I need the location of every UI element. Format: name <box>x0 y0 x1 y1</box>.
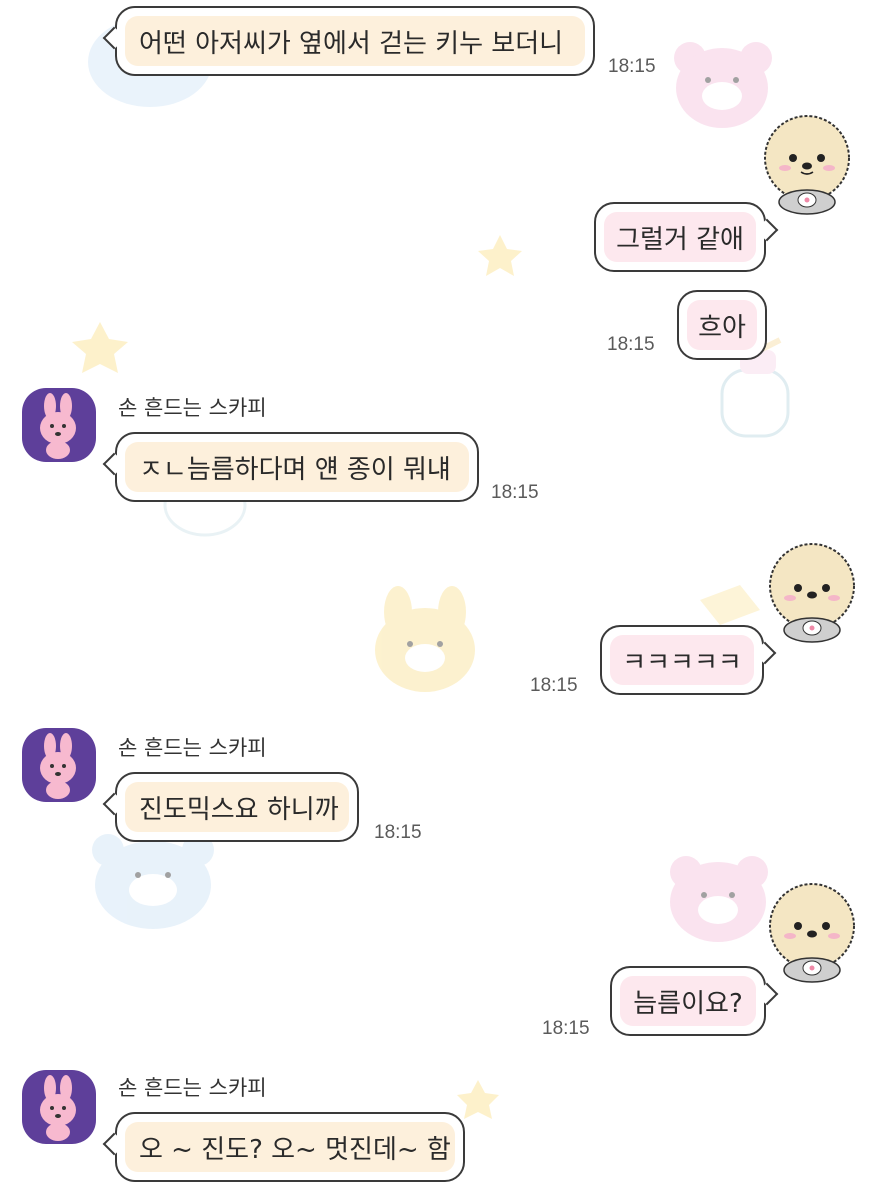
sender-name: 손 흔드는 스카피 <box>118 396 267 420</box>
message-timestamp: 18:15 <box>608 56 656 77</box>
pink-rabbit-icon <box>40 1075 76 1141</box>
contact-avatar[interactable] <box>22 728 96 802</box>
message-bubble-outgoing[interactable]: 흐아 <box>677 290 767 360</box>
message-bubble-incoming[interactable]: ㅈㄴ늠름하다며 얜 종이 뭐냬 <box>102 432 479 502</box>
message-bubble-outgoing[interactable]: 그럴거 같애 <box>594 202 779 272</box>
blue-bear-icon <box>92 834 214 929</box>
pink-rabbit-icon <box>40 733 76 799</box>
pink-bear-icon <box>670 856 768 942</box>
contact-avatar[interactable] <box>22 1070 96 1144</box>
hedgehog-icon <box>769 543 855 643</box>
sender-name: 손 흔드는 스카피 <box>118 1076 267 1100</box>
message-text: ㅈㄴ늠름하다며 얜 종이 뭐냬 <box>125 442 469 492</box>
message-bubble-outgoing[interactable]: ㅋㅋㅋㅋㅋ <box>600 625 777 695</box>
hedgehog-icon <box>769 883 855 983</box>
message-text: 그럴거 같애 <box>604 212 756 262</box>
message-text: 진도믹스요 하니까 <box>125 782 349 832</box>
message-text: 늠름이요? <box>620 976 756 1026</box>
sender-name: 손 흔드는 스카피 <box>118 736 267 760</box>
message-text: 흐아 <box>687 300 757 350</box>
message-text: 어떤 아저씨가 옆에서 걷는 키누 보더니 <box>125 16 585 66</box>
hedgehog-icon <box>764 115 850 215</box>
message-timestamp: 18:15 <box>374 822 422 843</box>
star-icon <box>72 322 128 373</box>
message-timestamp: 18:15 <box>530 675 578 696</box>
message-bubble-outgoing[interactable]: 늠름이요? <box>610 966 779 1036</box>
message-timestamp: 18:15 <box>607 334 655 355</box>
message-bubble-incoming[interactable]: 어떤 아저씨가 옆에서 걷는 키누 보더니 <box>102 6 595 76</box>
yellow-bunny-icon <box>375 586 475 692</box>
star-icon <box>457 1080 499 1119</box>
message-timestamp: 18:15 <box>542 1018 590 1039</box>
message-bubble-incoming[interactable]: 오 ~ 진도? 오~ 멋진데~ 함 <box>102 1112 465 1182</box>
message-text: 오 ~ 진도? 오~ 멋진데~ 함 <box>125 1122 455 1172</box>
star-icon <box>478 235 522 276</box>
message-timestamp: 18:15 <box>491 482 539 503</box>
contact-avatar[interactable] <box>22 388 96 462</box>
pink-rabbit-icon <box>40 393 76 459</box>
message-text: ㅋㅋㅋㅋㅋ <box>610 635 754 685</box>
message-bubble-incoming[interactable]: 진도믹스요 하니까 <box>102 772 359 842</box>
